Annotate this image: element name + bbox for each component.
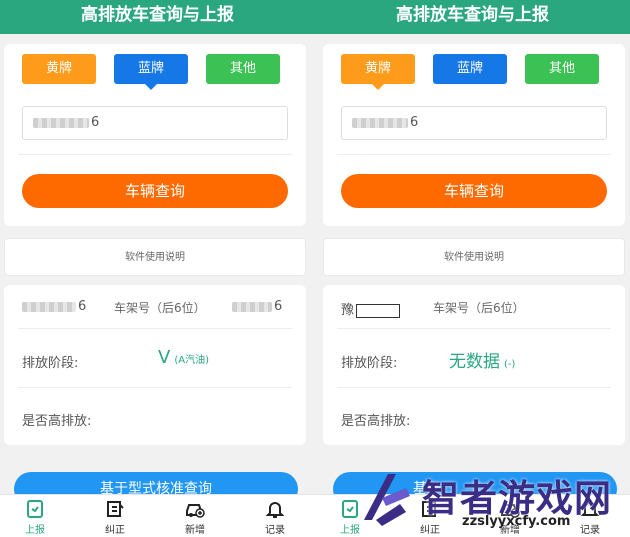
emission-stage-label: 排放阶段: bbox=[341, 356, 398, 371]
tab-records[interactable]: 记录 bbox=[565, 499, 615, 536]
result-plate: 豫 bbox=[341, 299, 401, 318]
tab-correct-label: 纠正 bbox=[105, 525, 125, 536]
plate-yellow-label: 黄牌 bbox=[364, 61, 391, 76]
redacted-plate-box bbox=[356, 303, 401, 318]
stage-note: (-) bbox=[504, 359, 516, 370]
plate-color-selector: 黄牌 蓝牌 其他 bbox=[22, 54, 288, 90]
tab-correct-label: 纠正 bbox=[420, 525, 440, 536]
bell-icon bbox=[250, 499, 300, 521]
high-emission-label: 是否高排放: bbox=[341, 414, 411, 429]
plate-number-input[interactable]: 6 bbox=[341, 106, 607, 140]
tab-report-label: 上报 bbox=[25, 525, 45, 536]
add-car-icon bbox=[485, 499, 535, 521]
plate-blue-label: 蓝牌 bbox=[137, 61, 164, 76]
user-manual-link[interactable]: 软件使用说明 bbox=[4, 238, 306, 276]
stage-value-text: V bbox=[158, 347, 171, 368]
redacted-plate bbox=[352, 117, 408, 128]
plate-other-button[interactable]: 其他 bbox=[525, 54, 599, 84]
plate-other-label: 其他 bbox=[229, 61, 256, 76]
search-card: 黄牌 蓝牌 其他 6 车辆查询 bbox=[323, 44, 625, 226]
user-manual-link[interactable]: 软件使用说明 bbox=[323, 238, 625, 276]
vehicle-query-button[interactable]: 车辆查询 bbox=[22, 174, 288, 208]
divider bbox=[18, 387, 292, 388]
tab-add[interactable]: 新增 bbox=[485, 499, 535, 536]
tab-report[interactable]: 上报 bbox=[10, 499, 60, 536]
result-plate-suffix: 6 bbox=[78, 299, 87, 314]
emission-stage-value: V (A汽油) bbox=[158, 347, 209, 368]
plate-yellow-label: 黄牌 bbox=[45, 61, 72, 76]
left-screen: 高排放车查询与上报 黄牌 蓝牌 其他 6 车辆查询 软件使用说明 6 车架号（后… bbox=[0, 0, 315, 537]
plate-input-suffix: 6 bbox=[410, 115, 419, 130]
tab-report-label: 上报 bbox=[340, 525, 360, 536]
edit-icon bbox=[90, 499, 140, 521]
plate-blue-label: 蓝牌 bbox=[456, 61, 483, 76]
tab-add-label: 新增 bbox=[185, 525, 205, 536]
plate-number-input[interactable]: 6 bbox=[22, 106, 288, 140]
plate-other-button[interactable]: 其他 bbox=[206, 54, 280, 84]
bell-icon bbox=[565, 499, 615, 521]
plate-yellow-button[interactable]: 黄牌 bbox=[22, 54, 96, 84]
result-card: 6 车架号（后6位） 6 排放阶段: V (A汽油) 是否高排放: bbox=[4, 285, 306, 445]
tab-bar: 上报 纠正 新增 记录 bbox=[0, 494, 315, 537]
emission-stage-label: 排放阶段: bbox=[22, 356, 79, 371]
divider bbox=[337, 328, 611, 329]
selected-caret-icon bbox=[372, 84, 384, 90]
emission-stage-value: 无数据 (-) bbox=[449, 347, 515, 372]
result-plate: 6 bbox=[22, 299, 86, 314]
page-title: 高排放车查询与上报 bbox=[315, 0, 630, 34]
redacted-vin bbox=[232, 301, 272, 312]
plate-other-label: 其他 bbox=[548, 61, 575, 76]
tab-add-label: 新增 bbox=[500, 525, 520, 536]
result-card: 豫 车架号（后6位） 排放阶段: 无数据 (-) 是否高排放: bbox=[323, 285, 625, 445]
page-title: 高排放车查询与上报 bbox=[0, 0, 315, 34]
divider bbox=[337, 387, 611, 388]
tab-report[interactable]: 上报 bbox=[325, 499, 375, 536]
vin-label: 车架号（后6位） bbox=[433, 301, 525, 315]
report-icon bbox=[325, 499, 375, 521]
divider bbox=[337, 154, 611, 155]
tab-correct[interactable]: 纠正 bbox=[90, 499, 140, 536]
plate-input-suffix: 6 bbox=[91, 115, 100, 130]
plate-prefix: 豫 bbox=[341, 303, 355, 318]
divider bbox=[18, 154, 292, 155]
report-icon bbox=[10, 499, 60, 521]
plate-yellow-button[interactable]: 黄牌 bbox=[341, 54, 415, 90]
result-vin-suffix: 6 bbox=[274, 299, 283, 314]
plate-color-selector: 黄牌 蓝牌 其他 bbox=[341, 54, 607, 90]
vin-label: 车架号（后6位） bbox=[114, 301, 206, 315]
vehicle-query-button[interactable]: 车辆查询 bbox=[341, 174, 607, 208]
tab-correct[interactable]: 纠正 bbox=[405, 499, 455, 536]
selected-caret-icon bbox=[145, 84, 157, 90]
tab-bar: 上报 纠正 新增 记录 bbox=[315, 494, 630, 537]
plate-blue-button[interactable]: 蓝牌 bbox=[433, 54, 507, 84]
high-emission-label: 是否高排放: bbox=[22, 414, 92, 429]
divider bbox=[18, 328, 292, 329]
tab-records-label: 记录 bbox=[580, 525, 600, 536]
tab-records[interactable]: 记录 bbox=[250, 499, 300, 536]
stage-note: (A汽油) bbox=[174, 355, 209, 366]
redacted-plate bbox=[22, 301, 76, 312]
edit-icon bbox=[405, 499, 455, 521]
right-screen: 高排放车查询与上报 黄牌 蓝牌 其他 6 车辆查询 软件使用说明 豫 车架号（后… bbox=[315, 0, 630, 537]
tab-records-label: 记录 bbox=[265, 525, 285, 536]
tab-add[interactable]: 新增 bbox=[170, 499, 220, 536]
result-vin: 6 bbox=[232, 299, 282, 314]
search-card: 黄牌 蓝牌 其他 6 车辆查询 bbox=[4, 44, 306, 226]
stage-value-text: 无数据 bbox=[449, 352, 500, 372]
add-car-icon bbox=[170, 499, 220, 521]
redacted-plate bbox=[33, 117, 89, 128]
plate-blue-button[interactable]: 蓝牌 bbox=[114, 54, 188, 90]
